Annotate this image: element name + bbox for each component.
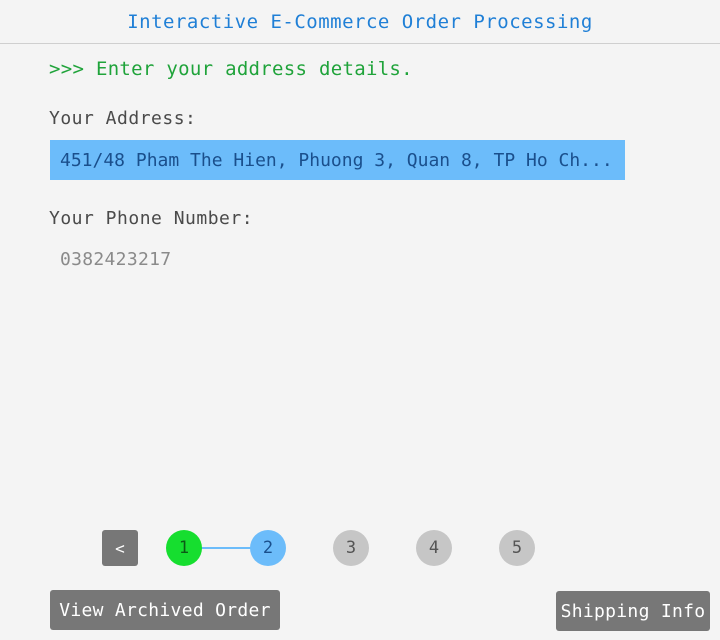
title-bar: Interactive E-Commerce Order Processing xyxy=(0,0,720,44)
step-1: 1 xyxy=(166,530,202,566)
step-4: 4 xyxy=(416,530,452,566)
page-title: Interactive E-Commerce Order Processing xyxy=(127,10,593,33)
shipping-info-button[interactable]: Shipping Info xyxy=(556,591,710,631)
phone-label: Your Phone Number: xyxy=(49,208,254,229)
step-5: 5 xyxy=(499,530,535,566)
instruction-prompt: >>> Enter your address details. xyxy=(49,58,413,80)
step-indicator: < 1 2 3 4 5 xyxy=(0,530,720,566)
back-button[interactable]: < xyxy=(102,530,138,566)
step-connector xyxy=(200,547,252,549)
step-2: 2 xyxy=(250,530,286,566)
address-input[interactable]: 451/48 Pham The Hien, Phuong 3, Quan 8, … xyxy=(50,140,625,180)
address-label: Your Address: xyxy=(49,108,197,129)
step-3: 3 xyxy=(333,530,369,566)
phone-input[interactable]: 0382423217 xyxy=(50,240,450,278)
view-archived-order-button[interactable]: View Archived Order xyxy=(50,590,280,630)
